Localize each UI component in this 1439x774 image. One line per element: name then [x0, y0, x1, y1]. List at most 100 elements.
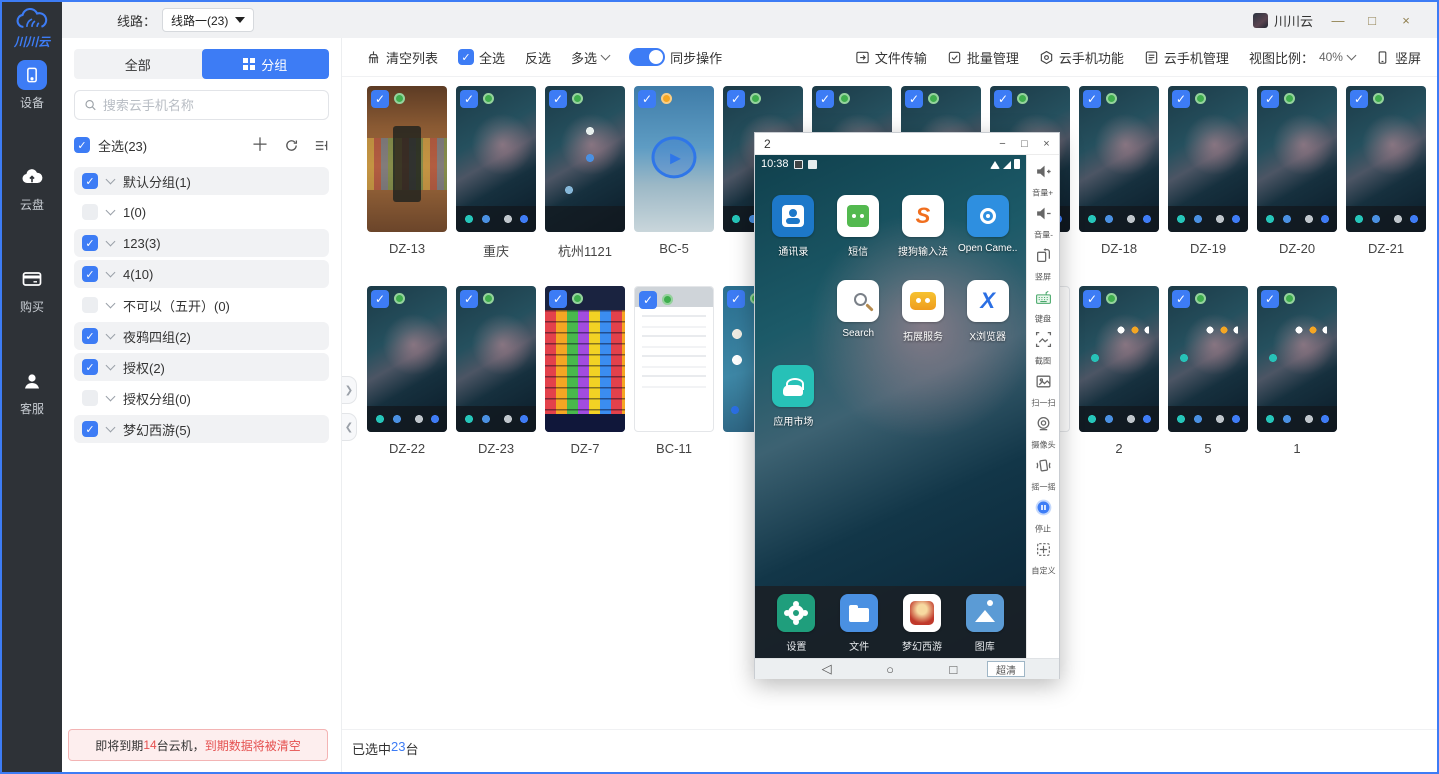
- device-checkbox[interactable]: ✓: [1350, 90, 1368, 108]
- group-row[interactable]: ✓梦幻西游(5): [74, 415, 329, 443]
- viewer-maximize-button[interactable]: □: [1018, 138, 1031, 150]
- nav-home-button[interactable]: ○: [858, 662, 921, 677]
- viewer-titlebar[interactable]: 2 − □ ×: [755, 133, 1059, 155]
- device-card[interactable]: ✓DZ-13: [367, 86, 447, 256]
- device-thumbnail[interactable]: ✓: [1257, 286, 1337, 432]
- viewer-close-button[interactable]: ×: [1040, 138, 1053, 150]
- batch-manage-button[interactable]: 批量管理: [947, 48, 1019, 67]
- phone-app-contacts[interactable]: 通讯录: [761, 195, 826, 258]
- phone-app-market[interactable]: 应用市场: [761, 365, 826, 428]
- files-app-icon[interactable]: [840, 594, 878, 632]
- group-checkbox[interactable]: [82, 390, 98, 406]
- chevron-down-icon[interactable]: [106, 392, 116, 402]
- expand-app-icon[interactable]: [902, 280, 944, 322]
- maximize-button[interactable]: □: [1355, 7, 1389, 33]
- device-checkbox[interactable]: ✓: [727, 290, 745, 308]
- group-row[interactable]: 授权分组(0): [74, 384, 329, 412]
- tool-rotate[interactable]: 竖屏: [1034, 247, 1052, 283]
- group-checkbox[interactable]: [82, 204, 98, 220]
- device-card[interactable]: ✓5: [1168, 286, 1248, 456]
- tool-stop[interactable]: 停止: [1034, 499, 1052, 535]
- device-checkbox[interactable]: ✓: [1172, 290, 1190, 308]
- device-thumbnail[interactable]: ✓: [634, 86, 714, 232]
- device-card[interactable]: ✓BC-5: [634, 86, 714, 256]
- group-checkbox[interactable]: ✓: [82, 359, 98, 375]
- tool-keyboard[interactable]: 键盘: [1034, 289, 1052, 325]
- device-card[interactable]: ✓DZ-23: [456, 286, 536, 456]
- clear-list-button[interactable]: 清空列表: [366, 48, 438, 67]
- group-checkbox[interactable]: ✓: [82, 421, 98, 437]
- chevron-down-icon[interactable]: [106, 423, 116, 433]
- nav-recent-button[interactable]: □: [922, 662, 985, 677]
- device-checkbox[interactable]: ✓: [1083, 90, 1101, 108]
- device-checkbox[interactable]: ✓: [549, 290, 567, 308]
- search-box[interactable]: [74, 90, 329, 120]
- device-thumbnail[interactable]: ✓: [1168, 286, 1248, 432]
- tool-volume-minus[interactable]: 音量-: [1033, 205, 1054, 241]
- device-thumbnail[interactable]: ✓: [1346, 86, 1426, 232]
- device-checkbox[interactable]: ✓: [639, 291, 657, 309]
- device-card[interactable]: ✓DZ-21: [1346, 86, 1426, 256]
- phone-screen[interactable]: 10:38 通讯录短信S搜狗输入法Open Came..Search拓展服务XX…: [755, 155, 1026, 658]
- phone-app-sms[interactable]: 短信: [826, 195, 891, 258]
- contacts-app-icon[interactable]: [772, 195, 814, 237]
- collapse-groups-button[interactable]: [314, 138, 329, 153]
- phone-app-mhxy[interactable]: 梦幻西游: [891, 594, 954, 653]
- chevron-down-icon[interactable]: [106, 206, 116, 216]
- device-thumbnail[interactable]: ✓: [1257, 86, 1337, 232]
- device-checkbox[interactable]: ✓: [549, 90, 567, 108]
- tool-camera[interactable]: 摄像头: [1030, 415, 1057, 451]
- sidebar-item-service[interactable]: 客服: [2, 356, 62, 426]
- select-all-toolbar[interactable]: ✓ 全选: [458, 48, 505, 67]
- mhxy-app-icon[interactable]: [903, 594, 941, 632]
- cloud-phone-manage-button[interactable]: 云手机管理: [1144, 48, 1229, 67]
- chevron-down-icon[interactable]: [106, 361, 116, 371]
- gallery-app-icon[interactable]: [966, 594, 1004, 632]
- phone-app-opencam[interactable]: Open Came..: [955, 195, 1020, 258]
- cloud-phone-functions-button[interactable]: 云手机功能: [1039, 48, 1124, 67]
- panel-collapse-arrow[interactable]: ❮: [342, 413, 357, 441]
- device-card[interactable]: ✓1: [1257, 286, 1337, 456]
- select-all-toolbar-checkbox[interactable]: ✓: [458, 49, 474, 65]
- phone-app-gallery[interactable]: 图库: [953, 594, 1016, 653]
- device-thumbnail[interactable]: ✓: [1079, 286, 1159, 432]
- device-thumbnail[interactable]: ✓: [1079, 86, 1159, 232]
- group-row[interactable]: ✓4(10): [74, 260, 329, 288]
- group-row[interactable]: 1(0): [74, 198, 329, 226]
- phone-app-files[interactable]: 文件: [828, 594, 891, 653]
- tool-volume-plus[interactable]: 音量+: [1031, 163, 1054, 199]
- chevron-down-icon[interactable]: [106, 175, 116, 185]
- line-select-dropdown[interactable]: 线路一(23): [162, 8, 254, 32]
- group-row[interactable]: ✓123(3): [74, 229, 329, 257]
- phone-app-settings[interactable]: 设置: [765, 594, 828, 653]
- nav-back-button[interactable]: ◁: [795, 661, 858, 677]
- group-checkbox[interactable]: [82, 297, 98, 313]
- file-transfer-button[interactable]: 文件传输: [855, 48, 927, 67]
- device-checkbox[interactable]: ✓: [727, 90, 745, 108]
- phone-app-xbrowser[interactable]: XX浏览器: [955, 280, 1020, 343]
- group-checkbox[interactable]: ✓: [82, 328, 98, 344]
- portrait-button[interactable]: 竖屏: [1375, 48, 1421, 67]
- opencam-app-icon[interactable]: [967, 195, 1009, 237]
- device-thumbnail[interactable]: ✓: [367, 286, 447, 432]
- sms-app-icon[interactable]: [837, 195, 879, 237]
- group-row[interactable]: ✓夜鸦四组(2): [74, 322, 329, 350]
- device-checkbox[interactable]: ✓: [1261, 90, 1279, 108]
- group-row[interactable]: ✓授权(2): [74, 353, 329, 381]
- device-checkbox[interactable]: ✓: [371, 290, 389, 308]
- group-checkbox[interactable]: ✓: [82, 266, 98, 282]
- chevron-down-icon[interactable]: [106, 237, 116, 247]
- group-checkbox[interactable]: ✓: [82, 235, 98, 251]
- device-checkbox[interactable]: ✓: [371, 90, 389, 108]
- device-checkbox[interactable]: ✓: [905, 90, 923, 108]
- tab-all[interactable]: 全部: [74, 49, 202, 79]
- search-app-icon[interactable]: [837, 280, 879, 322]
- device-card[interactable]: ✓2: [1079, 286, 1159, 456]
- group-row[interactable]: 不可以（五开）(0): [74, 291, 329, 319]
- device-thumbnail[interactable]: ✓: [545, 286, 625, 432]
- invert-select-button[interactable]: 反选: [525, 48, 551, 67]
- device-checkbox[interactable]: ✓: [460, 90, 478, 108]
- add-group-button[interactable]: ＋: [251, 136, 269, 154]
- xbrowser-app-icon[interactable]: X: [967, 280, 1009, 322]
- sidebar-item-device[interactable]: 设备: [2, 50, 62, 120]
